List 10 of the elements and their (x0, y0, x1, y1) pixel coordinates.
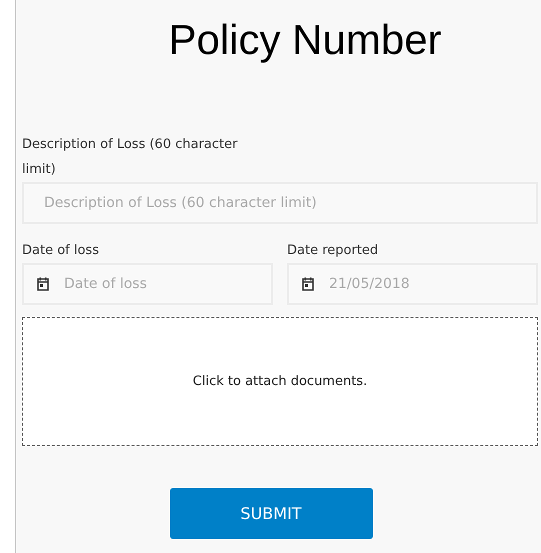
description-field[interactable]: Description of Loss (60 character limit) (22, 182, 538, 224)
field-label: Date of loss (22, 242, 100, 260)
submit-button[interactable]: SUBMIT (170, 488, 372, 539)
date-field[interactable]: Date of loss (22, 263, 273, 305)
attach-text: Click to attach documents. (192, 374, 368, 389)
date-field[interactable]: 21/05/2018 (287, 263, 538, 305)
attach-dropzone[interactable]: Click to attach documents. (22, 317, 538, 446)
field-label: Date reported (287, 242, 380, 260)
field-label: Description of Loss (60 character limit) (22, 136, 238, 179)
page-title: Policy Number (167, 15, 443, 65)
